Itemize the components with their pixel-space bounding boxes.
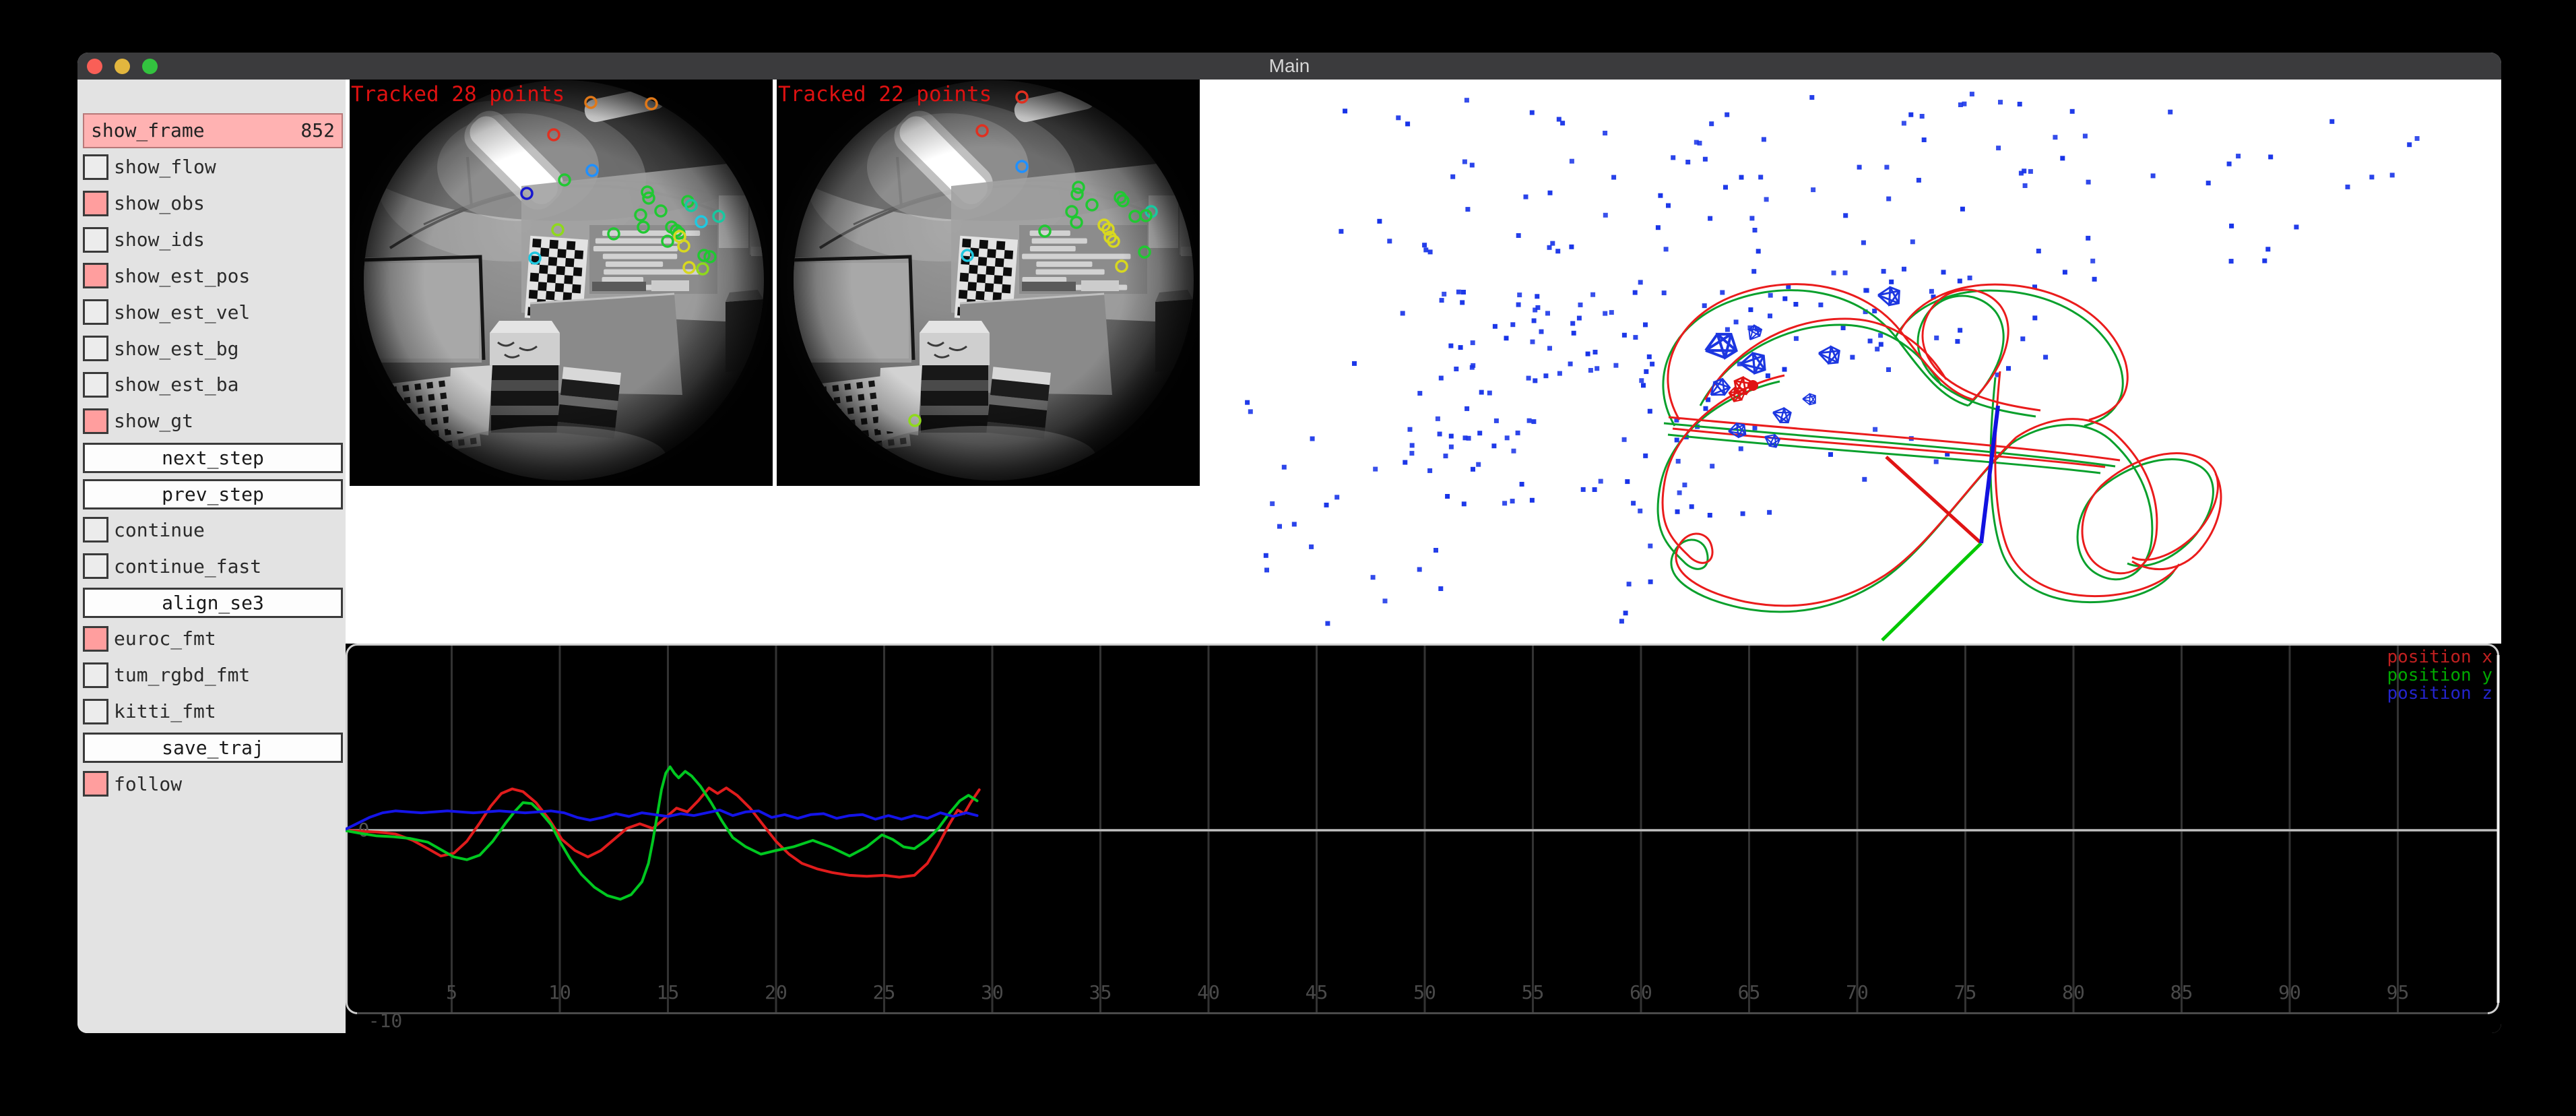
checkbox-continue[interactable]: continue <box>83 518 343 542</box>
checkbox-label: tum_rgbd_fmt <box>114 664 250 686</box>
checkbox-euroc_fmt[interactable]: euroc_fmt <box>83 627 343 651</box>
svg-text:5: 5 <box>446 981 457 1003</box>
legend-entry: position x <box>2387 647 2492 667</box>
checkbox-box-icon[interactable] <box>83 517 108 542</box>
checkbox-box-icon[interactable] <box>83 154 108 180</box>
checkbox-box-icon[interactable] <box>83 336 108 361</box>
tracked-points-label: Tracked 28 points <box>351 82 565 106</box>
checkbox-label: continue_fast <box>114 555 261 578</box>
svg-text:80: 80 <box>2062 981 2085 1003</box>
checkbox-box-icon[interactable] <box>83 227 108 253</box>
svg-text:10: 10 <box>548 981 571 1003</box>
checkbox-box-icon[interactable] <box>83 408 108 434</box>
checkbox-label: euroc_fmt <box>114 627 216 650</box>
titlebar[interactable]: Main <box>77 53 2501 80</box>
checkbox-show_est_vel[interactable]: show_est_vel <box>83 300 343 324</box>
checkbox-follow[interactable]: follow <box>83 772 343 796</box>
plot-legend: position xposition yposition z <box>2387 647 2492 704</box>
svg-text:50: 50 <box>1413 981 1436 1003</box>
svg-text:45: 45 <box>1306 981 1328 1003</box>
checkbox-box-icon[interactable] <box>83 771 108 797</box>
legend-entry: position z <box>2387 683 2492 704</box>
checkbox-label: kitti_fmt <box>114 700 216 722</box>
checkbox-label: follow <box>114 773 182 795</box>
checkbox-continue_fast[interactable]: continue_fast <box>83 554 343 578</box>
checkbox-box-icon[interactable] <box>83 662 108 688</box>
svg-text:35: 35 <box>1089 981 1112 1003</box>
checkbox-label: show_ids <box>114 228 205 251</box>
camera-view-right[interactable]: Tracked 22 points <box>777 80 1200 486</box>
svg-text:60: 60 <box>1630 981 1652 1003</box>
checkbox-tum_rgbd_fmt[interactable]: tum_rgbd_fmt <box>83 663 343 687</box>
align_se3-button[interactable]: align_se3 <box>83 588 343 618</box>
camera-view-left[interactable]: Tracked 28 points <box>350 80 773 486</box>
checkbox-box-icon[interactable] <box>83 553 108 579</box>
checkbox-box-icon[interactable] <box>83 299 108 325</box>
checkbox-label: show_flow <box>114 156 216 178</box>
prev_step-button[interactable]: prev_step <box>83 479 343 509</box>
desktop: { "window": { "title": "Main" }, "accent… <box>0 0 2576 1116</box>
checkbox-kitti_fmt[interactable]: kitti_fmt <box>83 700 343 724</box>
svg-text:65: 65 <box>1738 981 1761 1003</box>
checkbox-label: continue <box>114 519 205 541</box>
svg-text:75: 75 <box>1954 981 1977 1003</box>
checkbox-show_est_ba[interactable]: show_est_ba <box>83 373 343 397</box>
checkbox-label: show_est_ba <box>114 373 238 396</box>
checkbox-label: show_est_bg <box>114 338 238 360</box>
checkbox-label: show_obs <box>114 192 205 214</box>
svg-text:55: 55 <box>1522 981 1545 1003</box>
checkbox-show_est_bg[interactable]: show_est_bg <box>83 336 343 361</box>
position-plot[interactable]: 51015202530354045505560657075808590950-1… <box>346 644 2501 1033</box>
checkbox-show_est_pos[interactable]: show_est_pos <box>83 264 343 288</box>
y-axis-bottom-label: -10 <box>368 1010 403 1032</box>
slider-show_frame[interactable]: show_frame 852 <box>83 113 343 148</box>
checkbox-box-icon[interactable] <box>83 372 108 398</box>
next_step-button[interactable]: next_step <box>83 443 343 473</box>
checkbox-show_flow[interactable]: show_flow <box>83 155 343 179</box>
svg-text:30: 30 <box>981 981 1004 1003</box>
svg-text:85: 85 <box>2170 981 2193 1003</box>
slider-value: 852 <box>300 115 335 147</box>
checkbox-show_ids[interactable]: show_ids <box>83 228 343 252</box>
control-panel: show_frame852show_flowshow_obsshow_idssh… <box>77 80 346 1033</box>
window-title: Main <box>77 53 2501 80</box>
checkbox-box-icon[interactable] <box>83 626 108 652</box>
svg-text:25: 25 <box>873 981 896 1003</box>
checkbox-box-icon[interactable] <box>83 263 108 288</box>
tracked-points-label: Tracked 22 points <box>778 82 992 106</box>
legend-entry: position y <box>2387 665 2492 685</box>
svg-text:40: 40 <box>1197 981 1220 1003</box>
slider-label: show_frame <box>91 115 205 147</box>
checkbox-label: show_gt <box>114 410 193 432</box>
svg-text:90: 90 <box>2278 981 2301 1003</box>
checkbox-label: show_est_pos <box>114 265 250 287</box>
checkbox-label: show_est_vel <box>114 301 250 323</box>
svg-text:15: 15 <box>657 981 680 1003</box>
checkbox-box-icon[interactable] <box>83 699 108 724</box>
main-window: Main show_frame852show_flowshow_obsshow_… <box>77 53 2501 1033</box>
checkbox-box-icon[interactable] <box>83 191 108 216</box>
svg-text:20: 20 <box>765 981 787 1003</box>
save_traj-button[interactable]: save_traj <box>83 733 343 763</box>
svg-text:95: 95 <box>2387 981 2410 1003</box>
checkbox-show_obs[interactable]: show_obs <box>83 191 343 216</box>
checkbox-show_gt[interactable]: show_gt <box>83 409 343 433</box>
svg-text:70: 70 <box>1846 981 1869 1003</box>
